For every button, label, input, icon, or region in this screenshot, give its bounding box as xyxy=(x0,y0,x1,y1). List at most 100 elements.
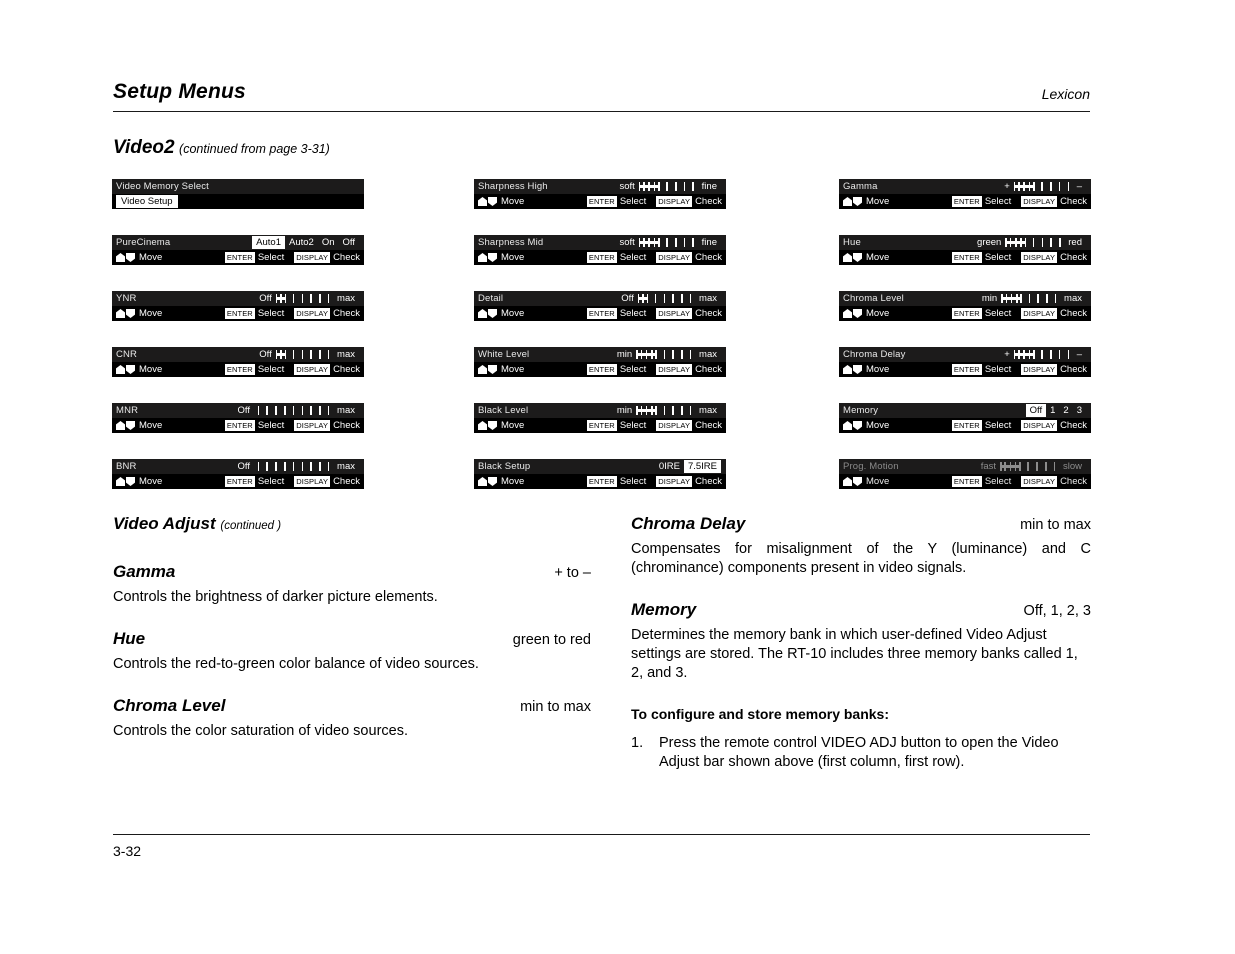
osd-bar-sharpness-high[interactable]: Sharpness High soft fine Move ENTER Select DIS… xyxy=(474,179,726,209)
slider-tick xyxy=(654,294,657,303)
slider-tick xyxy=(1036,462,1038,471)
osd-bar-ynr[interactable]: YNR Off max Move ENTER Select DISPLAY Check xyxy=(112,291,364,321)
osd-bar-purecinema[interactable]: PureCinema Auto1 Auto2 On Off Move ENTER Select… xyxy=(112,235,364,265)
osd-option[interactable]: 3 xyxy=(1073,404,1086,417)
slider-tick xyxy=(1058,182,1061,191)
display-check-group: DISPLAY Check xyxy=(1021,364,1087,375)
definition-title: Hue xyxy=(113,629,146,648)
procedure-step: 1. Press the remote control VIDEO ADJ but… xyxy=(631,734,1091,772)
display-check-group: DISPLAY Check xyxy=(1021,196,1087,207)
osd-bar-cnr[interactable]: CNR Off max Move ENTER Select DISPLAY Check xyxy=(112,347,364,377)
definition-title: Chroma Level xyxy=(113,696,226,715)
osd-bar-detail[interactable]: Detail Off max Move ENTER Select DISPLAY Check xyxy=(474,291,726,321)
osd-label: CNR xyxy=(116,349,138,360)
move-label: Move xyxy=(139,308,163,319)
osd-option[interactable]: 0IRE xyxy=(655,460,684,473)
slider-bar-tick xyxy=(650,350,653,359)
osd-option[interactable]: Off xyxy=(339,236,360,249)
definition-range: + to – xyxy=(554,565,591,581)
slider-tick xyxy=(1053,462,1056,471)
osd-bar-bnr[interactable]: BNR Off max Move ENTER Select DISPLAY Check xyxy=(112,459,364,489)
header-divider xyxy=(113,111,1090,112)
slider-tick xyxy=(319,462,321,471)
osd-hint-row: Move ENTER Select DISPLAY Check xyxy=(843,195,1087,208)
osd-value: Off max xyxy=(234,460,359,473)
display-key-badge: DISPLAY xyxy=(1021,420,1058,431)
slider-bar-tick xyxy=(1010,294,1013,303)
slider-bar-tick xyxy=(643,238,645,247)
osd-option[interactable]: Auto2 xyxy=(285,236,318,249)
osd-hint-row: Move ENTER Select DISPLAY Check xyxy=(478,419,722,432)
display-key-badge: DISPLAY xyxy=(294,420,331,431)
move-label: Move xyxy=(501,308,525,319)
arrow-up-icon xyxy=(116,421,125,430)
definition-block: Memory Off, 1, 2, 3 Determines the memory … xyxy=(631,600,1091,683)
definition-block: Chroma Delay min to max Compensates for mi… xyxy=(631,514,1091,578)
check-label: Check xyxy=(695,196,722,207)
osd-submenu-item[interactable]: Video Setup xyxy=(116,195,178,208)
osd-column-1: Video Memory Select Video Setup PureCinema… xyxy=(112,179,364,515)
slider-tick xyxy=(292,294,295,303)
slider-gauge xyxy=(275,292,333,305)
arrow-down-icon xyxy=(488,365,497,374)
display-key-badge: DISPLAY xyxy=(294,252,331,263)
osd-option-selected[interactable]: Auto1 xyxy=(252,236,285,249)
slider-bar-tick xyxy=(1018,182,1020,191)
slider-bar-tick xyxy=(1020,238,1022,247)
arrow-down-icon xyxy=(488,421,497,430)
osd-bar-chroma-level[interactable]: Chroma Level min max Move ENTER Select DISPLAY… xyxy=(839,291,1091,321)
display-check-group: DISPLAY Check xyxy=(1021,252,1087,263)
osd-value: Off max xyxy=(255,348,359,361)
procedure-heading: To configure and store memory banks: xyxy=(631,706,890,722)
osd-bar-sharpness-mid[interactable]: Sharpness Mid soft fine Move ENTER Select DISP… xyxy=(474,235,726,265)
osd-bar-memory[interactable]: Memory Off 1 2 3 Move ENTER Select DISPLAY Check xyxy=(839,403,1091,433)
osd-bar-white-level[interactable]: White Level min max Move ENTER Select DISPLAY C… xyxy=(474,347,726,377)
osd-bar-black-setup[interactable]: Black Setup 0IRE 7.5IRE Move ENTER Select DISP… xyxy=(474,459,726,489)
select-label: Select xyxy=(984,308,1012,319)
definition-title: Chroma Delay xyxy=(631,514,746,533)
slider-tick xyxy=(672,294,674,303)
select-label: Select xyxy=(984,420,1012,431)
arrow-up-icon xyxy=(478,477,487,486)
osd-option[interactable]: 2 xyxy=(1059,404,1072,417)
definition-range: Off, 1, 2, 3 xyxy=(1023,603,1091,619)
arrow-down-icon xyxy=(126,253,135,262)
slider-tick xyxy=(292,462,295,471)
osd-value: fast slow xyxy=(977,460,1086,473)
osd-bar-hue[interactable]: Hue green red Move ENTER Select DISPLAY Check xyxy=(839,235,1091,265)
slider-tick xyxy=(301,350,304,359)
osd-option-selected[interactable]: 7.5IRE xyxy=(683,460,721,473)
enter-select-group: ENTER Select xyxy=(951,476,1011,487)
osd-bar-video-memory-select[interactable]: Video Memory Select Video Setup xyxy=(112,179,364,209)
definition-block: Chroma Level min to max Controls the color… xyxy=(113,696,591,741)
check-label: Check xyxy=(1060,252,1087,263)
osd-bar-gamma[interactable]: Gamma + – Move ENTER Select DISPLAY Check xyxy=(839,179,1091,209)
osd-bar-mnr[interactable]: MNR Off max Move ENTER Select DISPLAY Check xyxy=(112,403,364,433)
move-label: Move xyxy=(501,476,525,487)
osd-option-selected[interactable]: Off xyxy=(1025,404,1047,417)
display-key-badge: DISPLAY xyxy=(1021,196,1058,207)
display-check-group: DISPLAY Check xyxy=(656,196,722,207)
osd-option-group: 0IRE 7.5IRE xyxy=(655,460,721,473)
slider-gauge xyxy=(638,180,698,193)
document-page: Setup Menus Lexicon Video2 (continued fr… xyxy=(0,0,1235,954)
osd-bar-prog-motion[interactable]: Prog. Motion fast slow Move ENTER Select DISPL… xyxy=(839,459,1091,489)
osd-label: Chroma Delay xyxy=(843,349,906,360)
osd-bar-black-level[interactable]: Black Level min max Move ENTER Select DISPLAY C… xyxy=(474,403,726,433)
osd-option[interactable]: 1 xyxy=(1046,404,1059,417)
osd-label: Black Setup xyxy=(478,461,531,472)
arrow-down-icon xyxy=(853,365,862,374)
slider-tick xyxy=(301,406,304,415)
check-label: Check xyxy=(695,252,722,263)
slider-tick xyxy=(1067,182,1070,191)
enter-select-group: ENTER Select xyxy=(224,308,284,319)
slider-max-label: max xyxy=(699,405,717,416)
slider-tick xyxy=(1058,350,1061,359)
osd-option[interactable]: On xyxy=(318,236,339,249)
osd-bar-chroma-delay[interactable]: Chroma Delay + – Move ENTER Select DISPLAY Chec… xyxy=(839,347,1091,377)
select-label: Select xyxy=(257,252,285,263)
osd-label: Chroma Level xyxy=(843,293,904,304)
slider-tick xyxy=(1037,294,1039,303)
enter-select-group: ENTER Select xyxy=(951,252,1011,263)
slider-gauge xyxy=(1005,236,1064,249)
